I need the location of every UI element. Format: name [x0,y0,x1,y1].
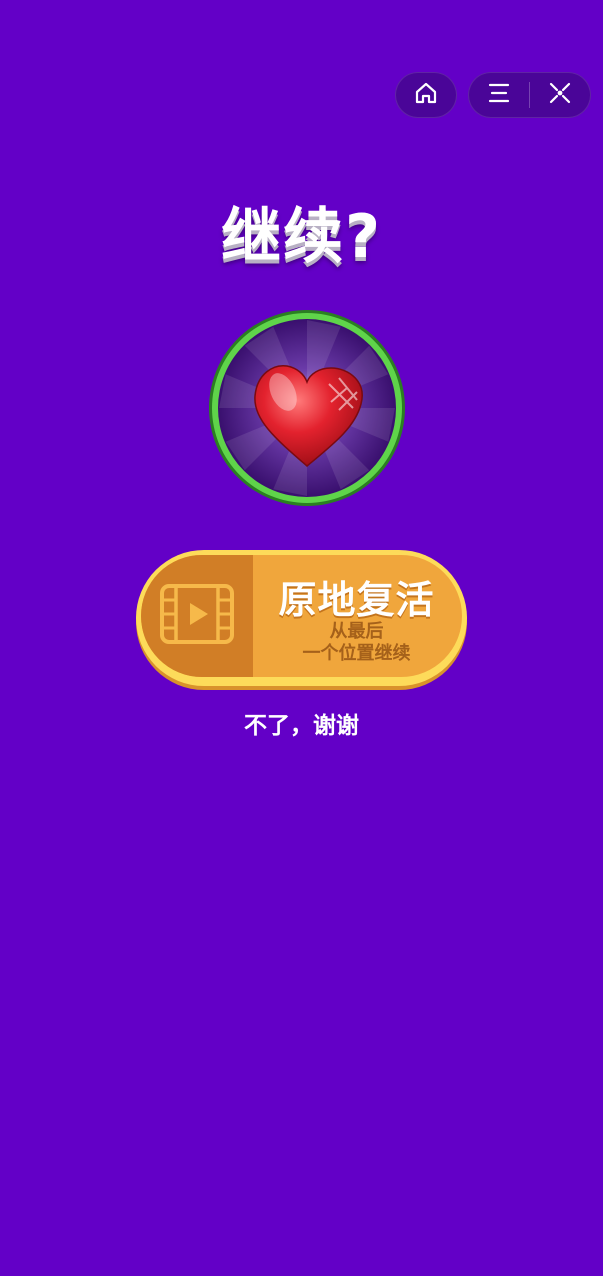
revive-button[interactable]: 原地复活 从最后 一个位置继续 [136,550,467,686]
heart-badge [207,308,407,508]
close-icon [547,80,573,110]
menu-button[interactable] [469,73,529,117]
home-button[interactable] [395,72,457,118]
revive-description-line1: 从最后 [329,621,384,642]
decline-button[interactable]: 不了，谢谢 [0,706,603,740]
video-icon [160,584,234,648]
home-icon [413,80,439,110]
revive-description: 从最后 一个位置继续 [261,621,452,665]
revive-button-face: 原地复活 从最后 一个位置继续 [141,555,462,677]
close-button[interactable] [530,73,590,117]
menu-icon [486,80,512,110]
video-panel [141,555,253,677]
revive-description-line2: 一个位置继续 [302,643,411,664]
page-title: 继续? [221,202,382,272]
mini-program-capsule [468,72,591,118]
revive-label: 原地复活 [278,578,435,622]
